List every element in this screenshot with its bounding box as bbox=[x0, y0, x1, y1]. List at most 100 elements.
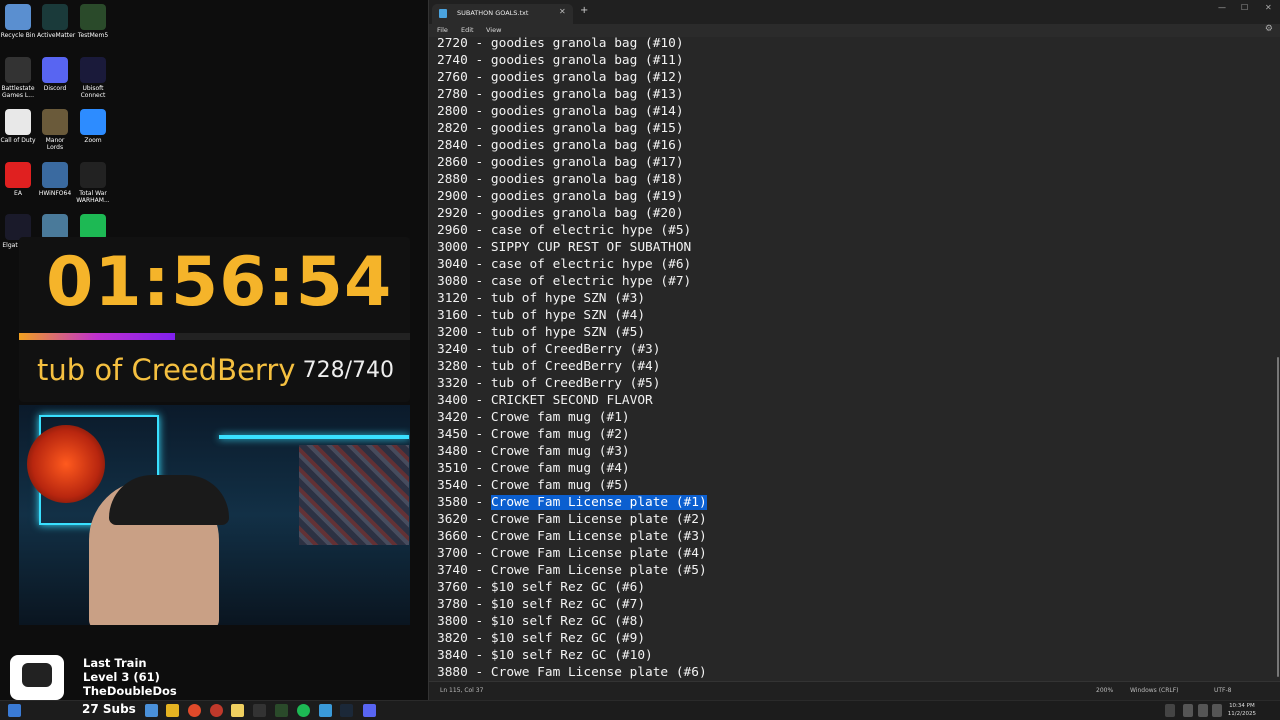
text-line[interactable]: 3400 - CRICKET SECOND FLAVOR bbox=[437, 392, 653, 409]
desktop-shortcut[interactable]: ActiveMatter bbox=[37, 4, 75, 39]
goal-progress-fill bbox=[19, 333, 176, 340]
text-line[interactable]: 3420 - Crowe fam mug (#1) bbox=[437, 409, 630, 426]
notes-icon[interactable] bbox=[231, 704, 244, 717]
text-line[interactable]: 3660 - Crowe Fam License plate (#3) bbox=[437, 528, 707, 545]
new-tab-button[interactable]: + bbox=[580, 5, 588, 16]
shortcut-label: TestMem5 bbox=[77, 32, 109, 39]
text-line[interactable]: 2960 - case of electric hype (#5) bbox=[437, 222, 691, 239]
zoom-level: 200% bbox=[1096, 687, 1114, 694]
phoenix-logo-icon bbox=[27, 425, 105, 503]
tray-app-icon[interactable] bbox=[1183, 704, 1193, 717]
text-line[interactable]: 2760 - goodies granola bag (#12) bbox=[437, 69, 684, 86]
text-editor[interactable]: 2720 - goodies granola bag (#10) 2740 - g… bbox=[429, 37, 1280, 681]
tray-chevron-icon[interactable] bbox=[1165, 704, 1175, 717]
file-explorer-icon[interactable] bbox=[166, 704, 179, 717]
text-line[interactable]: 3280 - tub of CreedBerry (#4) bbox=[437, 358, 660, 375]
clock[interactable]: 10:34 PM 11/2/2025 bbox=[1228, 702, 1256, 718]
desktop-shortcut[interactable]: TestMem5 bbox=[75, 4, 111, 39]
close-window-icon[interactable]: ✕ bbox=[1265, 3, 1272, 12]
goal-count: 728/740 bbox=[302, 358, 394, 383]
line-prefix: 3580 - bbox=[437, 495, 491, 510]
desktop-shortcut[interactable]: Zoom bbox=[75, 109, 111, 144]
desktop-shortcut[interactable]: HWiNFO64 bbox=[37, 162, 73, 197]
text-line[interactable]: 3510 - Crowe fam mug (#4) bbox=[437, 460, 630, 477]
discord-icon[interactable] bbox=[363, 704, 376, 717]
minimize-icon[interactable]: — bbox=[1218, 3, 1226, 12]
status-bar: Ln 115, Col 37 200% Windows (CRLF) UTF-8 bbox=[429, 681, 1280, 700]
menu-edit[interactable]: Edit bbox=[461, 26, 474, 34]
text-line[interactable]: 2900 - goodies granola bag (#19) bbox=[437, 188, 684, 205]
text-line[interactable]: 2740 - goodies granola bag (#11) bbox=[437, 52, 684, 69]
encoding: UTF-8 bbox=[1214, 687, 1232, 694]
text-line[interactable]: 3200 - tub of hype SZN (#5) bbox=[437, 324, 645, 341]
text-line[interactable]: 3780 - $10 self Rez GC (#7) bbox=[437, 596, 645, 613]
shortcut-label: Ubisoft Connect bbox=[80, 85, 106, 99]
screen: Recycle Bin ActiveMatter TestMem5 Battlesta… bbox=[0, 0, 1280, 720]
menu-file[interactable]: File bbox=[437, 26, 448, 34]
close-tab-icon[interactable]: ✕ bbox=[559, 7, 566, 16]
app-icon[interactable] bbox=[275, 704, 288, 717]
desktop-shortcut[interactable]: Call of Duty bbox=[0, 109, 36, 144]
text-line[interactable]: 3240 - tub of CreedBerry (#3) bbox=[437, 341, 660, 358]
activematter-icon bbox=[42, 4, 68, 30]
text-line[interactable]: 3800 - $10 self Rez GC (#8) bbox=[437, 613, 645, 630]
text-line[interactable]: 3880 - Crowe Fam License plate (#6) bbox=[437, 664, 707, 681]
text-line[interactable]: 3620 - Crowe Fam License plate (#2) bbox=[437, 511, 707, 528]
desktop-shortcut[interactable]: Manor Lords bbox=[37, 109, 73, 151]
text-line[interactable]: 2720 - goodies granola bag (#10) bbox=[437, 37, 684, 52]
text-line[interactable]: 3120 - tub of hype SZN (#3) bbox=[437, 290, 645, 307]
text-line[interactable]: 3080 - case of electric hype (#7) bbox=[437, 273, 691, 290]
notepad-window: SUBATHON GOALS.txt ✕ + — ☐ ✕ File Edit V… bbox=[428, 0, 1280, 700]
text-line[interactable]: 3540 - Crowe fam mug (#5) bbox=[437, 477, 630, 494]
current-goal-name: tub of CreedBerry bbox=[37, 353, 296, 387]
gear-icon[interactable]: ⚙ bbox=[1265, 24, 1273, 34]
hype-train-level: Level 3 (61) bbox=[83, 670, 160, 684]
text-line[interactable]: 3820 - $10 self Rez GC (#9) bbox=[437, 630, 645, 647]
tab-subathon-goals[interactable]: SUBATHON GOALS.txt ✕ bbox=[432, 4, 573, 24]
text-line[interactable]: 3450 - Crowe fam mug (#2) bbox=[437, 426, 630, 443]
desktop-shortcut[interactable]: Battlestate Games L... bbox=[0, 57, 36, 99]
subs-count: 27 Subs bbox=[82, 702, 136, 716]
text-line[interactable]: 3040 - case of electric hype (#6) bbox=[437, 256, 691, 273]
text-line[interactable]: 3160 - tub of hype SZN (#4) bbox=[437, 307, 645, 324]
text-line[interactable]: 3320 - tub of CreedBerry (#5) bbox=[437, 375, 660, 392]
title-bar[interactable]: SUBATHON GOALS.txt ✕ + — ☐ ✕ bbox=[429, 0, 1280, 24]
network-icon[interactable] bbox=[1212, 704, 1222, 717]
steam-icon[interactable] bbox=[340, 704, 353, 717]
vertical-scrollbar[interactable] bbox=[1277, 357, 1279, 677]
text-line[interactable]: 3000 - SIPPY CUP REST OF SUBATHON bbox=[437, 239, 691, 256]
desktop-shortcut[interactable]: Total War WARHAM... bbox=[75, 162, 111, 204]
desktop-shortcut[interactable]: Ubisoft Connect bbox=[75, 57, 111, 99]
text-line[interactable]: 2780 - goodies granola bag (#13) bbox=[437, 86, 684, 103]
maximize-icon[interactable]: ☐ bbox=[1241, 3, 1248, 12]
text-line[interactable]: 3580 - Crowe Fam License plate (#1) bbox=[437, 494, 707, 511]
text-line[interactable]: 2840 - goodies granola bag (#16) bbox=[437, 137, 684, 154]
text-line[interactable]: 2800 - goodies granola bag (#14) bbox=[437, 103, 684, 120]
speaker-icon[interactable] bbox=[1198, 704, 1208, 717]
text-line[interactable]: 3740 - Crowe Fam License plate (#5) bbox=[437, 562, 707, 579]
text-line[interactable]: 2880 - goodies granola bag (#18) bbox=[437, 171, 684, 188]
chrome-icon[interactable] bbox=[188, 704, 201, 717]
text-line[interactable]: 2920 - goodies granola bag (#20) bbox=[437, 205, 684, 222]
text-line[interactable]: 3480 - Crowe fam mug (#3) bbox=[437, 443, 630, 460]
webcam-feed bbox=[19, 405, 410, 625]
text-line[interactable]: 3700 - Crowe Fam License plate (#4) bbox=[437, 545, 707, 562]
menu-view[interactable]: View bbox=[486, 26, 501, 34]
desktop-shortcut[interactable]: Recycle Bin bbox=[0, 4, 36, 39]
selected-text[interactable]: Crowe Fam License plate (#1) bbox=[490, 495, 707, 510]
text-line[interactable]: 3840 - $10 self Rez GC (#10) bbox=[437, 647, 653, 664]
text-line[interactable]: 3760 - $10 self Rez GC (#6) bbox=[437, 579, 645, 596]
desktop-shortcut[interactable]: EA bbox=[0, 162, 36, 197]
text-line[interactable]: 2860 - goodies granola bag (#17) bbox=[437, 154, 684, 171]
browser-icon[interactable] bbox=[210, 704, 223, 717]
file-icon bbox=[5, 109, 31, 135]
notepad-icon[interactable] bbox=[319, 704, 332, 717]
text-line[interactable]: 2820 - goodies granola bag (#15) bbox=[437, 120, 684, 137]
spotify-icon[interactable] bbox=[297, 704, 310, 717]
task-view-icon[interactable] bbox=[145, 704, 158, 717]
desktop-shortcut[interactable]: Discord bbox=[37, 57, 73, 92]
start-icon[interactable] bbox=[8, 704, 21, 717]
ubisoft-icon bbox=[80, 57, 106, 83]
terminal-icon[interactable] bbox=[253, 704, 266, 717]
zoom-icon bbox=[80, 109, 106, 135]
